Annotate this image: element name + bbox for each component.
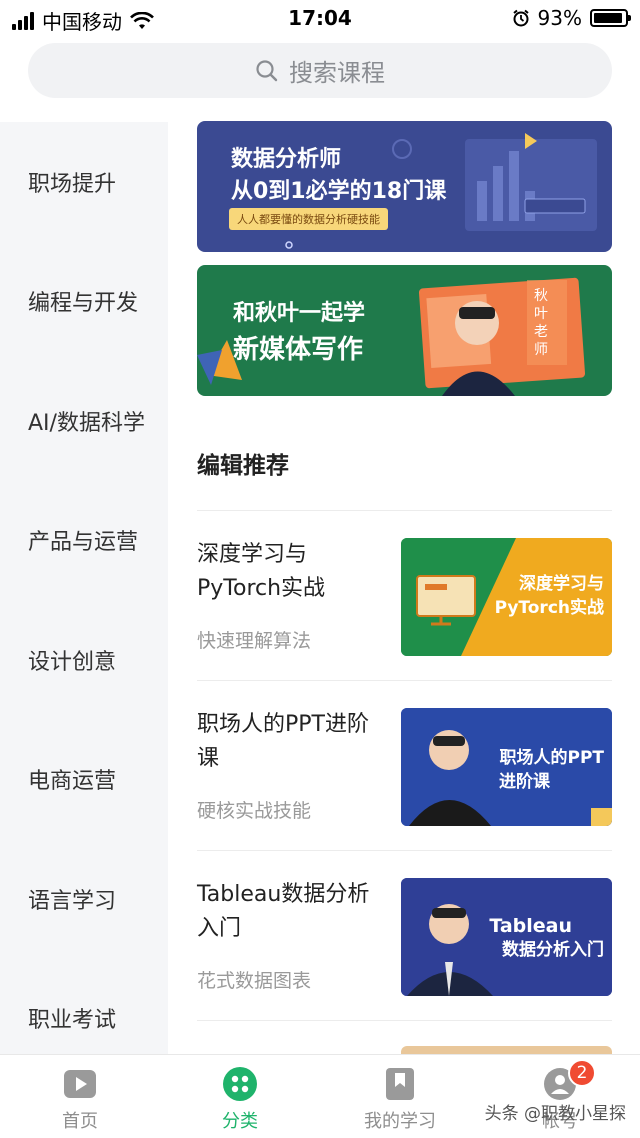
course-card[interactable]: Tableau数据分析入门 花式数据图表 Tableau 数据分析入门 (197, 878, 612, 1028)
next-course-peek (401, 1046, 612, 1054)
battery-icon (590, 9, 631, 27)
tab-home[interactable]: 首页 (0, 1055, 160, 1138)
divider (197, 1020, 612, 1021)
sidebar-item-label: 产品与运营 (28, 530, 139, 556)
sidebar-item-product-operations[interactable]: 产品与运营 (0, 481, 168, 601)
section-title: 编辑推荐 (197, 453, 289, 479)
divider (197, 850, 612, 851)
sidebar-item-label: AI/数据科学 (28, 410, 145, 436)
banner-title-line2: 新媒体写作 (233, 335, 364, 365)
sidebar-item-label: 编程与开发 (28, 291, 139, 317)
sidebar-item-ecommerce[interactable]: 电商运营 (0, 720, 168, 840)
course-card[interactable]: 深度学习与PyTorch实战 快速理解算法 深度学习与 PyTorch实战 (197, 538, 612, 688)
tab-label: 首页 (62, 1111, 98, 1132)
status-right: 93% (512, 6, 631, 30)
watermark: 头条 @职教小星探 (484, 1104, 626, 1124)
banner-data-analyst[interactable]: 数据分析师 从0到1必学的18门课 人人都要懂的数据分析硬技能 (197, 121, 612, 252)
tab-label: 我的学习 (364, 1111, 436, 1132)
course-title: 深度学习与PyTorch实战 (197, 542, 326, 601)
course-subtitle: 快速理解算法 (197, 630, 312, 652)
tab-account[interactable]: 帐号 2 (480, 1055, 640, 1138)
status-bar: 中国移动 17:04 93% (0, 0, 640, 36)
course-title: 职场人的PPT进阶课 (197, 712, 369, 771)
sidebar-item-programming[interactable]: 编程与开发 (0, 242, 168, 362)
sidebar-item-ai-data-science[interactable]: AI/数据科学 (0, 361, 168, 481)
course-subtitle: 硬核实战技能 (197, 800, 312, 822)
sidebar-item-label: 电商运营 (28, 769, 117, 795)
sidebar-item-design[interactable]: 设计创意 (0, 600, 168, 720)
course-title: Tableau数据分析入门 (197, 882, 370, 941)
sidebar-item-language[interactable]: 语言学习 (0, 839, 168, 959)
bottom-tab-bar: 首页 分类 我的学习 帐号 2 头条 @职教小星探 (0, 1054, 640, 1138)
thumb-title-line1: Tableau (489, 915, 572, 937)
course-thumbnail: Tableau 数据分析入门 (401, 878, 612, 996)
banner-title-line1: 数据分析师 (231, 147, 342, 172)
battery-percent: 93% (537, 6, 582, 30)
thumb-title-line1: 职场人的PPT (499, 748, 604, 768)
alarm-icon (512, 9, 529, 27)
banner-side-text: 秋叶老师 (534, 288, 548, 358)
course-thumbnail: 深度学习与 PyTorch实战 (401, 538, 612, 656)
search-placeholder: 搜索课程 (289, 59, 385, 87)
divider (197, 680, 612, 681)
divider (197, 510, 612, 511)
notification-badge: 2 (568, 1059, 596, 1087)
tab-my-learning[interactable]: 我的学习 (320, 1055, 480, 1138)
bookmark-icon (386, 1068, 414, 1100)
banner-title-line1: 和秋叶一起学 (233, 301, 366, 326)
category-sidebar: 职场提升 编程与开发 AI/数据科学 产品与运营 设计创意 电商运营 语言学习 … (0, 122, 168, 1054)
thumb-title-line1: 深度学习与 (519, 574, 604, 594)
sidebar-item-label: 职场提升 (28, 171, 117, 197)
course-thumbnail: 职场人的PPT 进阶课 (401, 708, 612, 826)
banner-title-line2: 从0到1必学的18门课 (231, 179, 447, 204)
sidebar-item-career[interactable]: 职场提升 (0, 122, 168, 242)
course-card[interactable]: 职场人的PPT进阶课 硬核实战技能 职场人的PPT 进阶课 (197, 708, 612, 858)
tab-label: 分类 (222, 1111, 258, 1132)
tab-category[interactable]: 分类 (160, 1055, 320, 1138)
thumb-title-line2: PyTorch实战 (494, 598, 604, 618)
search-icon (256, 59, 278, 81)
thumb-title-line2: 数据分析入门 (502, 940, 604, 960)
sidebar-item-label: 设计创意 (28, 649, 117, 675)
grid-icon (223, 1067, 257, 1101)
sidebar-item-label: 职业考试 (28, 1008, 117, 1034)
course-subtitle: 花式数据图表 (197, 970, 312, 992)
banner-new-media-writing[interactable]: 和秋叶一起学 新媒体写作 秋叶老师 (197, 265, 612, 396)
play-icon (64, 1070, 96, 1098)
search-bar[interactable]: 搜索课程 (28, 43, 612, 98)
banner-tag: 人人都要懂的数据分析硬技能 (229, 208, 388, 230)
thumb-title-line2: 进阶课 (499, 772, 550, 792)
sidebar-item-label: 语言学习 (28, 888, 117, 914)
